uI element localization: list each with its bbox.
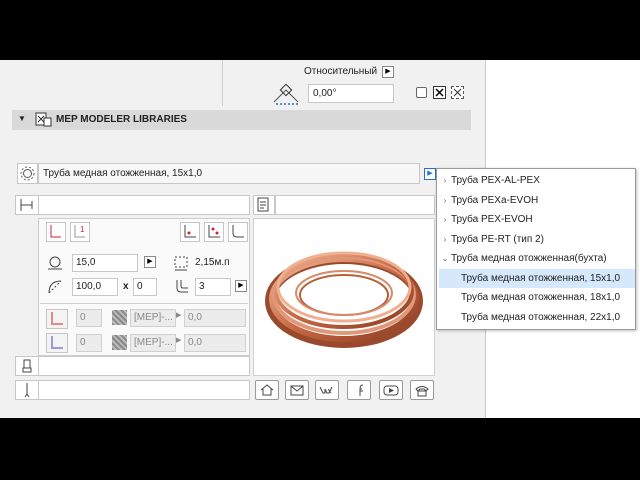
row2-material-field[interactable]: [MEP]-... [130, 334, 176, 352]
chevron-right-icon: › [443, 176, 447, 185]
dropdown-item-label: Труба медная отожженная, 18x1,0 [461, 292, 621, 303]
dropdown-item-label: Труба медная отожженная(бухта) [451, 253, 607, 264]
chevron-down-icon: ⌄ [441, 254, 449, 263]
dropdown-item-label: Труба медная отожженная, 15x1,0 [461, 272, 621, 284]
second-field[interactable]: 0 [133, 278, 157, 296]
length-icon [172, 254, 190, 272]
brush-field[interactable] [38, 356, 250, 376]
pipe-connector-icon[interactable] [15, 195, 39, 215]
home-icon[interactable] [255, 380, 279, 400]
dropdown-item[interactable]: › Труба PEX-EVOH [439, 210, 635, 229]
view-dots-icon[interactable] [204, 222, 224, 242]
pen-icon[interactable] [15, 380, 39, 400]
chevron-right-icon: › [443, 195, 447, 205]
dropdown-item-label: Труба PE-RT (тип 2) [451, 233, 544, 245]
pipe-color-icon-2[interactable] [46, 333, 68, 353]
preview-image [253, 218, 435, 376]
elbow-icon [172, 278, 190, 296]
settings-gear-icon[interactable] [17, 163, 38, 184]
mail-icon[interactable] [285, 380, 309, 400]
view-corner-icon[interactable] [228, 222, 248, 242]
dropdown-item[interactable]: ⌄ Труба медная отожженная(бухта) [439, 249, 635, 268]
pen-field[interactable] [38, 380, 250, 400]
angle-field[interactable]: 0,00° [308, 84, 394, 103]
dropdown-item[interactable]: › Труба PEXa-EVOH [439, 191, 635, 210]
row2-value-field[interactable]: 0,0 [184, 334, 246, 352]
phone-icon[interactable] [410, 380, 434, 400]
dropdown-item-label: Труба PEXa-EVOH [451, 194, 539, 206]
mep-library-icon [34, 111, 52, 128]
library-dropdown: › Труба PEX-AL-PEX › Труба PEXa-EVOH › Труба … [436, 168, 636, 330]
width-field[interactable]: 100,0 [72, 278, 118, 296]
relative-label: Относительный [304, 66, 378, 77]
chevron-right-icon: › [443, 215, 447, 224]
dropdown-item-label: Труба PEX-AL-PEX [451, 175, 540, 186]
divider [222, 60, 223, 106]
angle-icon [272, 82, 302, 106]
material-pattern-icon [112, 335, 127, 350]
row1-material-arrow[interactable]: ▶ [176, 311, 181, 319]
pipe-view-icon-2[interactable]: 1 [70, 222, 90, 242]
count-arrow-button[interactable]: ▶ [235, 280, 247, 292]
length-value: 2,15м.п [195, 257, 230, 268]
row1-number-field[interactable]: 0 [76, 309, 102, 327]
document-field[interactable] [275, 195, 435, 215]
row2-material-arrow[interactable]: ▶ [176, 336, 181, 344]
section-title: MEP MODELER LIBRARIES [56, 114, 187, 125]
dropdown-item[interactable]: Труба медная отожженная, 15x1,0 [439, 268, 635, 288]
mirror-x-icon[interactable] [433, 86, 446, 99]
checkbox[interactable] [416, 87, 427, 98]
divider [40, 303, 248, 304]
document-icon[interactable] [253, 195, 275, 215]
diameter-field[interactable]: 15,0 [72, 254, 138, 272]
chevron-right-icon: › [443, 234, 447, 244]
relative-arrow-button[interactable]: ▶ [382, 66, 394, 78]
row1-material-field[interactable]: [MEP]-... [130, 309, 176, 327]
diameter-icon [46, 254, 64, 272]
dropdown-item[interactable]: › Труба PEX-AL-PEX [439, 171, 635, 190]
multiply-sign: x [123, 281, 129, 292]
dropdown-item[interactable]: Труба медная отожженная, 22x1,0 [439, 308, 635, 327]
dropdown-item[interactable]: › Труба PE-RT (тип 2) [439, 230, 635, 249]
pipe-view-icon-1[interactable] [46, 222, 66, 242]
vk-icon[interactable] [315, 380, 339, 400]
dropdown-item-label: Труба медная отожженная, 22x1,0 [461, 311, 621, 323]
pipe-color-icon-1[interactable] [46, 309, 68, 329]
collapse-triangle-icon[interactable]: ▼ [18, 114, 26, 123]
material-pattern-icon [112, 310, 127, 325]
section-header[interactable]: ▼ MEP MODELER LIBRARIES [12, 110, 471, 130]
count-field[interactable]: 3 [195, 278, 231, 296]
social-bar [253, 379, 435, 403]
copper-coil-icon [265, 251, 423, 348]
svg-text:1: 1 [80, 225, 85, 234]
library-selector-arrow[interactable]: ▶ [424, 168, 436, 180]
dropdown-item-label: Труба PEX-EVOH [451, 214, 533, 225]
brush-icon[interactable] [15, 356, 39, 376]
mirror-y-icon[interactable] [451, 86, 464, 99]
row1-value-field[interactable]: 0,0 [184, 309, 246, 327]
library-selector[interactable]: Труба медная отожженная, 15x1,0 [38, 163, 420, 184]
connector-field[interactable] [38, 195, 250, 215]
diameter-arrow-button[interactable]: ▶ [144, 256, 156, 268]
view-left-icon[interactable] [180, 222, 200, 242]
bend-radius-icon [46, 278, 64, 296]
row2-number-field[interactable]: 0 [76, 334, 102, 352]
youtube-icon[interactable] [379, 380, 403, 400]
dropdown-item[interactable]: Труба медная отожженная, 18x1,0 [439, 288, 635, 307]
facebook-icon[interactable] [347, 380, 371, 400]
